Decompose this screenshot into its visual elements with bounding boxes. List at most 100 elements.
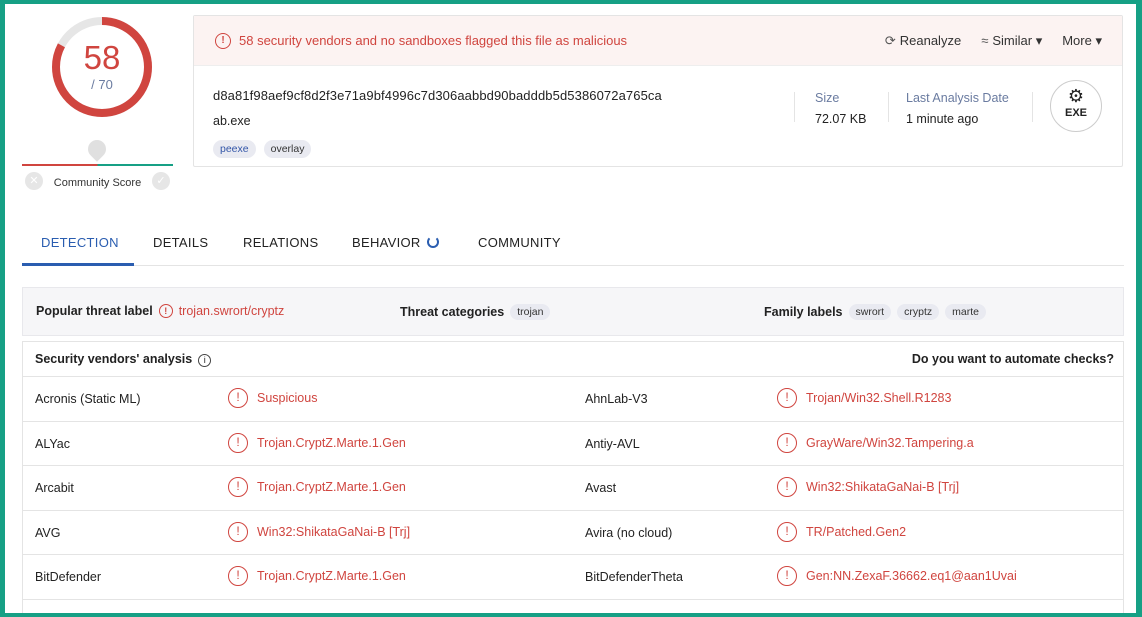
vendor-name: Antiy-AVL — [585, 436, 640, 451]
file-size: Size 72.07 KB — [815, 91, 866, 126]
detection-score-gauge: 58 / 70 — [49, 14, 155, 120]
last-analysis-date: Last Analysis Date 1 minute ago — [906, 91, 1009, 126]
file-summary-card: ! 58 security vendors and no sandboxes f… — [193, 15, 1123, 167]
vendor-name: AhnLab-V3 — [585, 392, 648, 406]
detection-result: ! Trojan.CryptZ.Marte.1.Gen — [228, 566, 406, 586]
alert-icon: ! — [228, 432, 248, 453]
alert-text: 58 security vendors and no sandboxes fla… — [239, 33, 628, 48]
report-tabs: DETECTION DETAILS RELATIONS BEHAVIOR COM… — [22, 228, 1124, 266]
date-value: 1 minute ago — [906, 112, 979, 126]
result-text: Suspicious — [257, 391, 318, 405]
analysis-title-text: Security vendors' analysis — [35, 352, 193, 366]
tab-community[interactable]: COMMUNITY — [478, 235, 561, 250]
community-score-label: Community Score — [53, 177, 142, 189]
alert-icon: ! — [158, 304, 173, 318]
reanalyze-button[interactable]: ⟳ Reanalyze — [885, 33, 961, 49]
table-row: Arcabit! Trojan.CryptZ.Marte.1.Gen Avast! W… — [23, 466, 1123, 511]
vendor-name: BitDefenderTheta — [585, 570, 683, 584]
alert-icon: ! — [228, 388, 248, 408]
result-text: Trojan/Win32.Shell.R1283 — [806, 391, 952, 405]
vendor-name: ALYac — [35, 436, 70, 451]
popular-threat-value[interactable]: trojan.swrort/cryptz — [179, 304, 285, 318]
refresh-icon: ⟳ — [884, 33, 896, 48]
table-row: AVG! Win32:ShikataGaNai-B [Trj] Avira (no … — [23, 511, 1123, 555]
detection-result: ! Trojan.CryptZ.Marte.1.Gen — [228, 477, 406, 497]
family-pill[interactable]: swrort — [848, 304, 892, 320]
chevron-down-icon: ▾ — [1035, 33, 1043, 48]
alert-icon: ! — [228, 521, 248, 542]
size-value: 72.07 KB — [815, 112, 867, 126]
size-label: Size — [815, 91, 840, 105]
result-text: TR/Patched.Gen2 — [806, 524, 907, 539]
vote-harmless-button[interactable]: ✓ — [152, 172, 170, 190]
table-row: BitDefender! Trojan.CryptZ.Marte.1.Gen Bit… — [23, 555, 1123, 600]
analysis-title: Security vendors' analysis i — [35, 352, 212, 367]
table-row: Acronis (Static ML)! Suspicious AhnLab-V3!… — [23, 377, 1123, 422]
vendor-name: Avira (no cloud) — [585, 525, 673, 540]
divider — [794, 92, 795, 122]
date-label: Last Analysis Date — [906, 91, 1009, 105]
threat-summary: Popular threat label ! trojan.swrort/cry… — [22, 287, 1124, 336]
detection-result: ! TR/Patched.Gen2 — [777, 521, 907, 542]
tab-behavior[interactable]: BEHAVIOR — [352, 235, 439, 250]
file-type-label: EXE — [1064, 107, 1087, 119]
category-pill[interactable]: trojan — [510, 304, 551, 320]
file-name: ab.exe — [213, 114, 251, 128]
file-actions: ⟳ Reanalyze ≈ Similar ▾ More ▾ — [885, 33, 1102, 49]
result-text: Win32:ShikataGaNai-B [Trj] — [257, 524, 411, 539]
automate-checks-link[interactable]: Do you want to automate checks? — [912, 352, 1114, 366]
detection-result: ! Win32:ShikataGaNai-B [Trj] — [228, 521, 411, 542]
community-score-marker-icon — [84, 136, 110, 162]
alert-icon: ! — [777, 388, 797, 408]
detection-result: ! Win32:ShikataGaNai-B [Trj] — [777, 477, 959, 497]
table-header: Security vendors' analysis i Do you want … — [23, 342, 1123, 377]
tab-relations[interactable]: RELATIONS — [243, 235, 318, 250]
alert-icon: ! — [215, 33, 231, 49]
detection-result: ! Trojan/Win32.Shell.R1283 — [777, 388, 951, 408]
table-row: ALYac! Trojan.CryptZ.Marte.1.Gen Antiy-AVL… — [23, 422, 1123, 466]
vendor-name: Avast — [585, 481, 617, 495]
alert-icon: ! — [777, 521, 797, 542]
active-tab-indicator — [22, 263, 134, 266]
result-text: Trojan.CryptZ.Marte.1.Gen — [257, 569, 406, 583]
family-labels: Family labels swrort cryptz marte — [764, 304, 986, 320]
result-text: Trojan.CryptZ.Marte.1.Gen — [257, 480, 406, 494]
reanalyze-label: Reanalyze — [899, 33, 962, 48]
detection-count: 58 — [83, 39, 121, 76]
similar-dropdown[interactable]: ≈ Similar ▾ — [981, 33, 1042, 49]
chevron-down-icon: ▾ — [1095, 33, 1102, 48]
family-labels-title: Family labels — [764, 305, 843, 319]
result-text: Trojan.CryptZ.Marte.1.Gen — [257, 435, 406, 450]
file-tags: peexe overlay — [213, 140, 312, 158]
divider — [888, 92, 889, 122]
tab-detection[interactable]: DETECTION — [41, 235, 119, 250]
gears-icon: ⚙ — [1067, 86, 1085, 106]
family-pill[interactable]: marte — [945, 304, 986, 320]
family-pill[interactable]: cryptz — [897, 304, 940, 320]
popular-threat-title: Popular threat label — [36, 304, 153, 318]
engine-total: / 70 — [91, 77, 113, 92]
popular-threat-label: Popular threat label ! trojan.swrort/cry… — [36, 304, 284, 318]
detection-result: ! Trojan.CryptZ.Marte.1.Gen — [228, 432, 406, 453]
vendors-analysis-table: Security vendors' analysis i Do you want … — [22, 341, 1124, 613]
similar-icon: ≈ — [981, 33, 989, 48]
tag-overlay[interactable]: overlay — [263, 140, 312, 158]
alert-icon: ! — [777, 477, 797, 497]
tag-peexe[interactable]: peexe — [213, 140, 256, 158]
vendor-name: Acronis (Static ML) — [35, 392, 141, 406]
detection-result: ! GrayWare/Win32.Tampering.a — [777, 432, 974, 453]
result-text: Win32:ShikataGaNai-B [Trj] — [806, 480, 960, 494]
alert-icon: ! — [228, 566, 248, 586]
tab-details[interactable]: DETAILS — [153, 235, 208, 250]
vendor-name: BitDefender — [35, 570, 102, 584]
detection-result: ! Gen:NN.ZexaF.36662.eq1@aan1Uvai — [777, 566, 1017, 586]
file-hash[interactable]: d8a81f98aef9cf8d2f3e71a9bf4996c7d306aabb… — [213, 88, 662, 103]
info-icon[interactable]: i — [198, 354, 212, 367]
community-score-bar — [22, 164, 173, 166]
more-dropdown[interactable]: More ▾ — [1062, 33, 1102, 49]
more-label: More — [1062, 33, 1092, 48]
community-score: ✕ Community Score ✓ — [22, 136, 173, 194]
malicious-alert-bar: ! 58 security vendors and no sandboxes f… — [194, 16, 1122, 66]
page: 58 / 70 ✕ Community Score ✓ ! 58 securit… — [5, 4, 1136, 613]
detection-result: ! Suspicious — [228, 388, 317, 408]
